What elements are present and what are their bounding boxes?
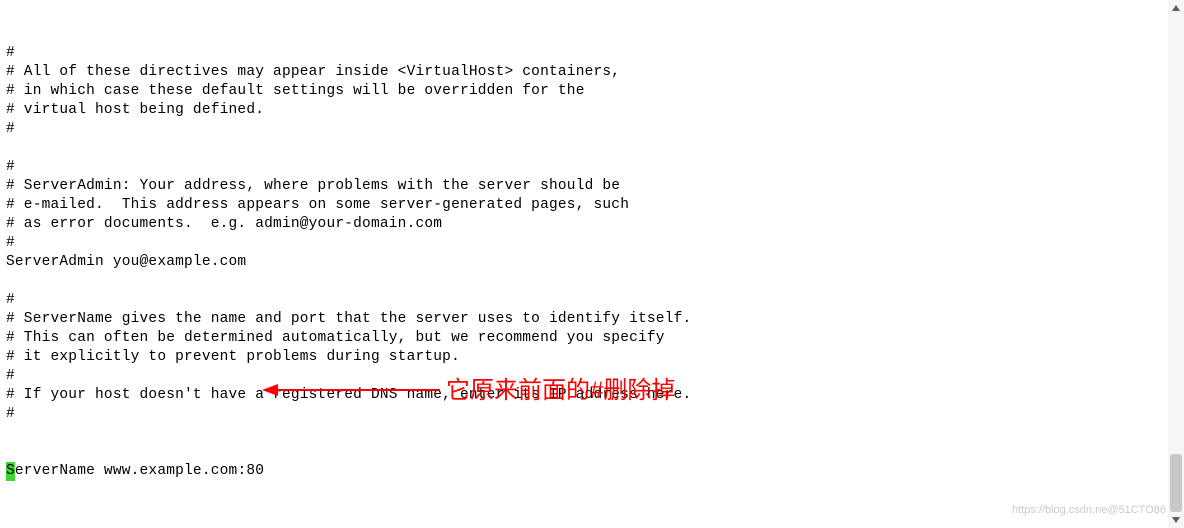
config-line: # virtual host being defined. (6, 101, 1184, 120)
scroll-down-icon[interactable] (1168, 512, 1184, 528)
scrollbar-track[interactable] (1168, 0, 1184, 528)
annotation-text: 它原来前面的#删除掉 (446, 381, 675, 400)
config-line: # This can often be determined automatic… (6, 329, 1184, 348)
config-line (6, 272, 1184, 291)
config-file-text: ## All of these directives may appear in… (0, 0, 1184, 528)
config-line: # All of these directives may appear ins… (6, 63, 1184, 82)
config-line: # (6, 234, 1184, 253)
config-line: ServerAdmin you@example.com (6, 253, 1184, 272)
config-line: # ServerAdmin: Your address, where probl… (6, 177, 1184, 196)
config-line: # as error documents. e.g. admin@your-do… (6, 215, 1184, 234)
cursor-char: S (6, 462, 15, 481)
cursor-line[interactable]: ServerName www.example.com:80 (6, 462, 1184, 481)
cursor-line-rest: erverName www.example.com:80 (15, 463, 264, 479)
config-line: # it explicitly to prevent problems duri… (6, 348, 1184, 367)
config-line: # (6, 120, 1184, 139)
config-line (6, 519, 1184, 528)
config-line: # e-mailed. This address appears on some… (6, 196, 1184, 215)
scrollbar-thumb[interactable] (1170, 454, 1182, 512)
config-line (6, 139, 1184, 158)
config-line: # ServerName gives the name and port tha… (6, 310, 1184, 329)
annotation: 它原来前面的#删除掉 (262, 378, 675, 402)
scroll-up-icon[interactable] (1168, 0, 1184, 16)
config-line: # in which case these default settings w… (6, 82, 1184, 101)
config-line: # (6, 158, 1184, 177)
config-line: # (6, 405, 1184, 424)
config-line: # (6, 44, 1184, 63)
watermark: https://blog.csdn.ne@51CTO86 (1012, 501, 1166, 520)
arrow-left-icon (262, 378, 440, 402)
config-line: # (6, 291, 1184, 310)
